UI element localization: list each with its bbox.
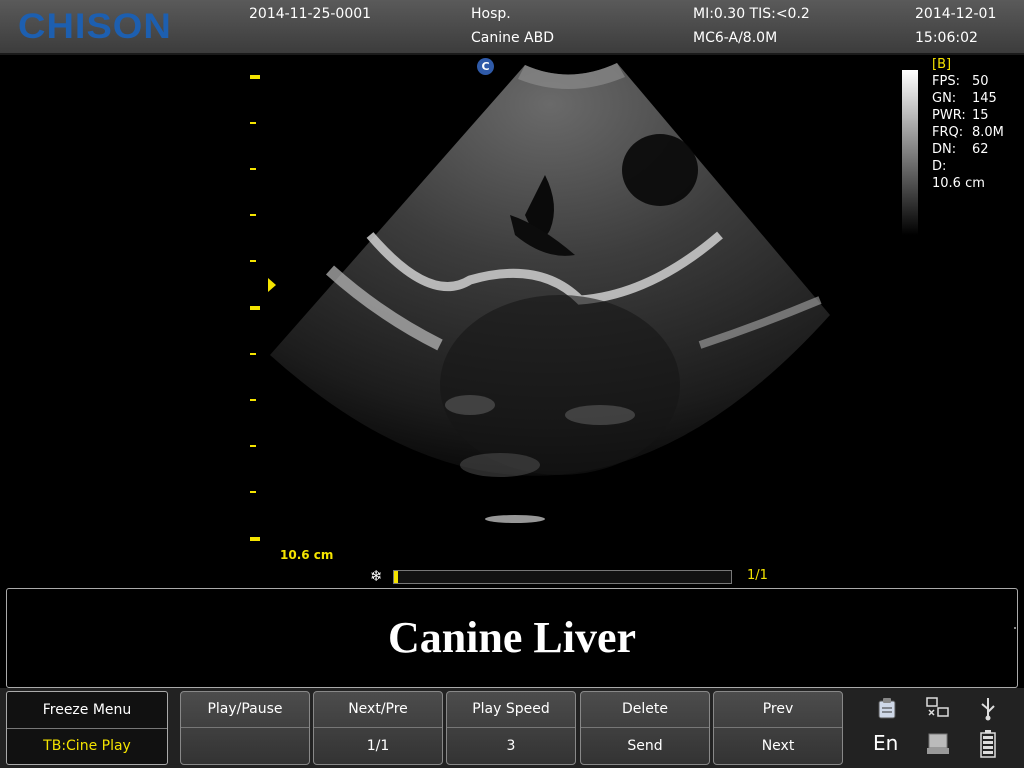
param-key: FPS:	[932, 74, 960, 89]
param-key: GN:	[932, 91, 957, 106]
depth-ruler-tick	[250, 214, 256, 216]
probe-info: MC6-A/8.0M	[693, 30, 778, 46]
param-value: 145	[972, 91, 997, 106]
top-status-bar: CHISON 2014-11-25-0001 Hosp. Canine ABD …	[0, 0, 1024, 55]
param-value: 50	[972, 74, 989, 89]
depth-ruler-tick	[250, 75, 260, 79]
depth-ruler-tick	[250, 491, 256, 493]
ultrasound-image-area[interactable]: 10.6 cm	[0, 55, 1024, 585]
depth-ruler-tick	[250, 537, 260, 541]
softkey-value: 3	[506, 738, 516, 754]
param-value: 15	[972, 108, 989, 123]
freeze-snowflake-icon: ❄	[370, 567, 383, 585]
param-value: 10.6 cm	[932, 176, 985, 191]
param-value: 62	[972, 142, 989, 157]
annotation-area[interactable]: Canine Liver	[6, 588, 1018, 688]
cine-progress-bar[interactable]	[393, 570, 732, 584]
depth-ruler-tick	[250, 399, 256, 401]
depth-ruler-tick	[250, 353, 256, 355]
clipboard-icon[interactable]	[876, 696, 898, 720]
depth-ruler-tick	[250, 445, 256, 447]
param-value: 8.0M	[972, 125, 1004, 140]
ultrasound-sector-image	[270, 63, 830, 523]
softkey-value: Next	[761, 738, 795, 754]
time-display: 15:06:02	[915, 30, 978, 46]
softkey-value: 1/1	[366, 738, 390, 754]
softkey-label: Play/Pause	[181, 692, 309, 728]
trackball-mode: TB:Cine Play	[43, 738, 131, 754]
softkey-delete-send[interactable]: Delete Send	[580, 691, 710, 765]
orientation-badge: C	[477, 58, 494, 75]
battery-icon	[980, 730, 996, 758]
softkey-play-pause[interactable]: Play/Pause	[180, 691, 310, 765]
freeze-menu-box[interactable]: Freeze Menu TB:Cine Play	[6, 691, 168, 765]
softkey-label: Prev	[714, 692, 842, 728]
grayscale-bar	[902, 70, 918, 235]
softkey-label: Delete	[581, 692, 709, 728]
softkey-value: Send	[627, 738, 663, 754]
patient-id: 2014-11-25-0001	[249, 6, 372, 22]
language-indicator[interactable]: En	[873, 731, 898, 755]
param-key: PWR:	[932, 108, 966, 123]
annotation-cursor-dot	[1014, 627, 1016, 629]
freeze-menu-title: Freeze Menu	[7, 692, 167, 729]
network-icon[interactable]	[925, 696, 951, 720]
brand-logo: CHISON	[18, 7, 172, 47]
annotation-text: Canine Liver	[387, 613, 637, 662]
depth-label: 10.6 cm	[280, 548, 334, 562]
imaging-mode: [B]	[932, 57, 952, 72]
param-key: DN:	[932, 142, 957, 157]
softkey-next-pre[interactable]: Next/Pre 1/1	[313, 691, 443, 765]
depth-ruler-tick	[250, 122, 256, 124]
softkey-play-speed[interactable]: Play Speed 3	[446, 691, 576, 765]
depth-ruler-tick	[250, 260, 256, 262]
depth-ruler-tick	[250, 168, 256, 170]
cine-progress-fill	[394, 571, 398, 583]
depth-ruler-tick	[250, 306, 260, 310]
softkey-label: Next/Pre	[314, 692, 442, 728]
param-key: D:	[932, 159, 947, 174]
softkey-label: Play Speed	[447, 692, 575, 728]
cine-frame-count: 1/1	[747, 568, 768, 583]
imaging-parameters: [B] FPS: 50 GN: 145 PWR: 15 FRQ: 8.0M DN: 62 …	[932, 56, 1024, 192]
softkey-prev-next[interactable]: Prev Next	[713, 691, 843, 765]
usb-icon	[981, 698, 995, 721]
focus-marker-icon[interactable]	[268, 278, 276, 292]
param-key: FRQ:	[932, 125, 964, 140]
date-display: 2014-12-01	[915, 6, 997, 22]
softkey-value	[181, 728, 309, 764]
hospital-name: Hosp.	[471, 6, 511, 22]
printer-icon[interactable]	[926, 732, 950, 756]
mi-tis-readout: MI:0.30 TIS:<0.2	[693, 6, 810, 22]
exam-type: Canine ABD	[471, 30, 555, 46]
